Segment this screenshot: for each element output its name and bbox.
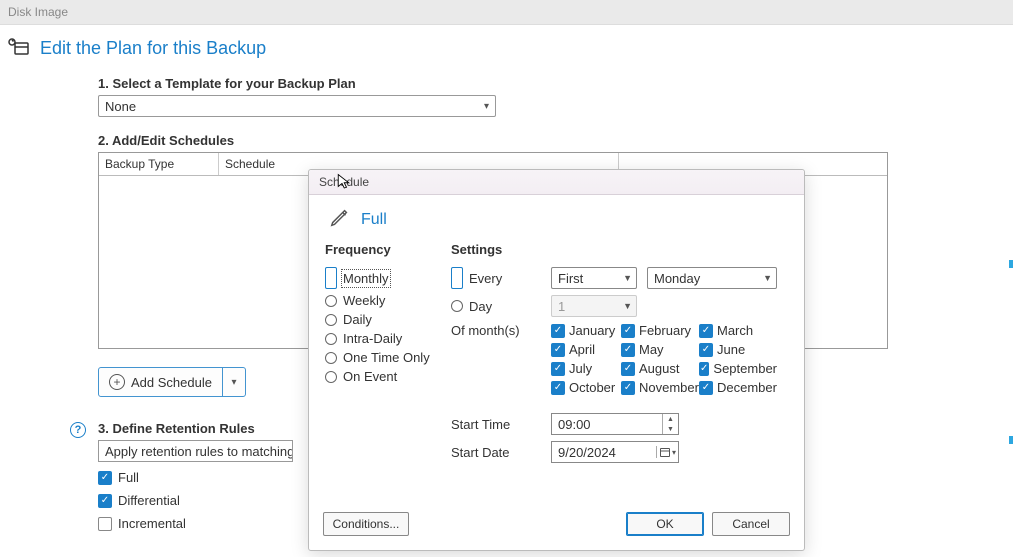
month-jul[interactable]: ✓July bbox=[551, 361, 621, 376]
start-date-label: Start Date bbox=[451, 445, 541, 460]
start-time-field[interactable]: 09:00 ▲▼ bbox=[551, 413, 679, 435]
dropdown-arrow-icon: ▾ bbox=[484, 101, 489, 112]
month-aug[interactable]: ✓August bbox=[621, 361, 699, 376]
add-schedule-label: Add Schedule bbox=[131, 375, 212, 390]
retention-select[interactable]: Apply retention rules to matching back bbox=[98, 440, 293, 462]
freq-intra[interactable]: Intra-Daily bbox=[325, 331, 433, 346]
ok-button[interactable]: OK bbox=[626, 512, 704, 536]
month-feb[interactable]: ✓February bbox=[621, 323, 699, 338]
day-number-select[interactable]: 1▼ bbox=[551, 295, 637, 317]
frequency-title: Frequency bbox=[325, 242, 433, 257]
day-radio[interactable]: Day bbox=[451, 299, 541, 314]
month-mar[interactable]: ✓March bbox=[699, 323, 777, 338]
start-time-label: Start Time bbox=[451, 417, 541, 432]
month-apr[interactable]: ✓April bbox=[551, 342, 621, 357]
cancel-button[interactable]: Cancel bbox=[712, 512, 790, 536]
freq-event[interactable]: On Event bbox=[325, 369, 433, 384]
page-title: Edit the Plan for this Backup bbox=[40, 38, 266, 59]
of-months-label: Of month(s) bbox=[451, 323, 541, 338]
calendar-icon[interactable]: ▾ bbox=[656, 446, 678, 458]
window-title: Disk Image bbox=[0, 0, 1013, 25]
template-value: None bbox=[105, 99, 136, 114]
month-dec[interactable]: ✓December bbox=[699, 380, 777, 395]
pencil-icon bbox=[329, 207, 351, 232]
step3-label: 3. Define Retention Rules bbox=[98, 421, 255, 436]
full-label: Full bbox=[118, 470, 139, 485]
time-spinner[interactable]: ▲▼ bbox=[662, 414, 678, 434]
step1-label: 1. Select a Template for your Backup Pla… bbox=[98, 76, 1013, 91]
every-day-select[interactable]: Monday▼ bbox=[647, 267, 777, 289]
settings-title: Settings bbox=[451, 242, 788, 257]
incremental-checkbox[interactable] bbox=[98, 517, 112, 531]
calendar-sync-icon bbox=[8, 35, 32, 62]
month-oct[interactable]: ✓October bbox=[551, 380, 621, 395]
freq-once[interactable]: One Time Only bbox=[325, 350, 433, 365]
col-backup-type[interactable]: Backup Type bbox=[99, 153, 219, 175]
differential-checkbox[interactable]: ✓ bbox=[98, 494, 112, 508]
conditions-button[interactable]: Conditions... bbox=[323, 512, 409, 536]
incremental-label: Incremental bbox=[118, 516, 186, 531]
freq-weekly[interactable]: Weekly bbox=[325, 293, 433, 308]
freq-daily[interactable]: Daily bbox=[325, 312, 433, 327]
step2-label: 2. Add/Edit Schedules bbox=[98, 133, 1013, 148]
month-jan[interactable]: ✓January bbox=[551, 323, 621, 338]
plus-icon: + bbox=[109, 374, 125, 390]
schedule-dialog: Schedule Full Frequency Monthly Weekly bbox=[308, 169, 805, 551]
full-checkbox[interactable]: ✓ bbox=[98, 471, 112, 485]
help-icon[interactable]: ? bbox=[70, 422, 86, 438]
dialog-type: Full bbox=[361, 211, 387, 229]
every-ordinal-select[interactable]: First▼ bbox=[551, 267, 637, 289]
dialog-title: Schedule bbox=[309, 170, 804, 195]
month-may[interactable]: ✓May bbox=[621, 342, 699, 357]
every-radio[interactable]: Every bbox=[451, 267, 541, 289]
freq-monthly[interactable]: Monthly bbox=[325, 267, 433, 289]
template-select[interactable]: None ▾ bbox=[98, 95, 496, 117]
month-jun[interactable]: ✓June bbox=[699, 342, 777, 357]
add-schedule-dropdown[interactable]: ▾ bbox=[223, 377, 245, 388]
start-date-field[interactable]: 9/20/2024 ▾ bbox=[551, 441, 679, 463]
add-schedule-button[interactable]: + Add Schedule ▾ bbox=[98, 367, 246, 397]
differential-label: Differential bbox=[118, 493, 180, 508]
month-sep[interactable]: ✓September bbox=[699, 361, 777, 376]
month-nov[interactable]: ✓November bbox=[621, 380, 699, 395]
